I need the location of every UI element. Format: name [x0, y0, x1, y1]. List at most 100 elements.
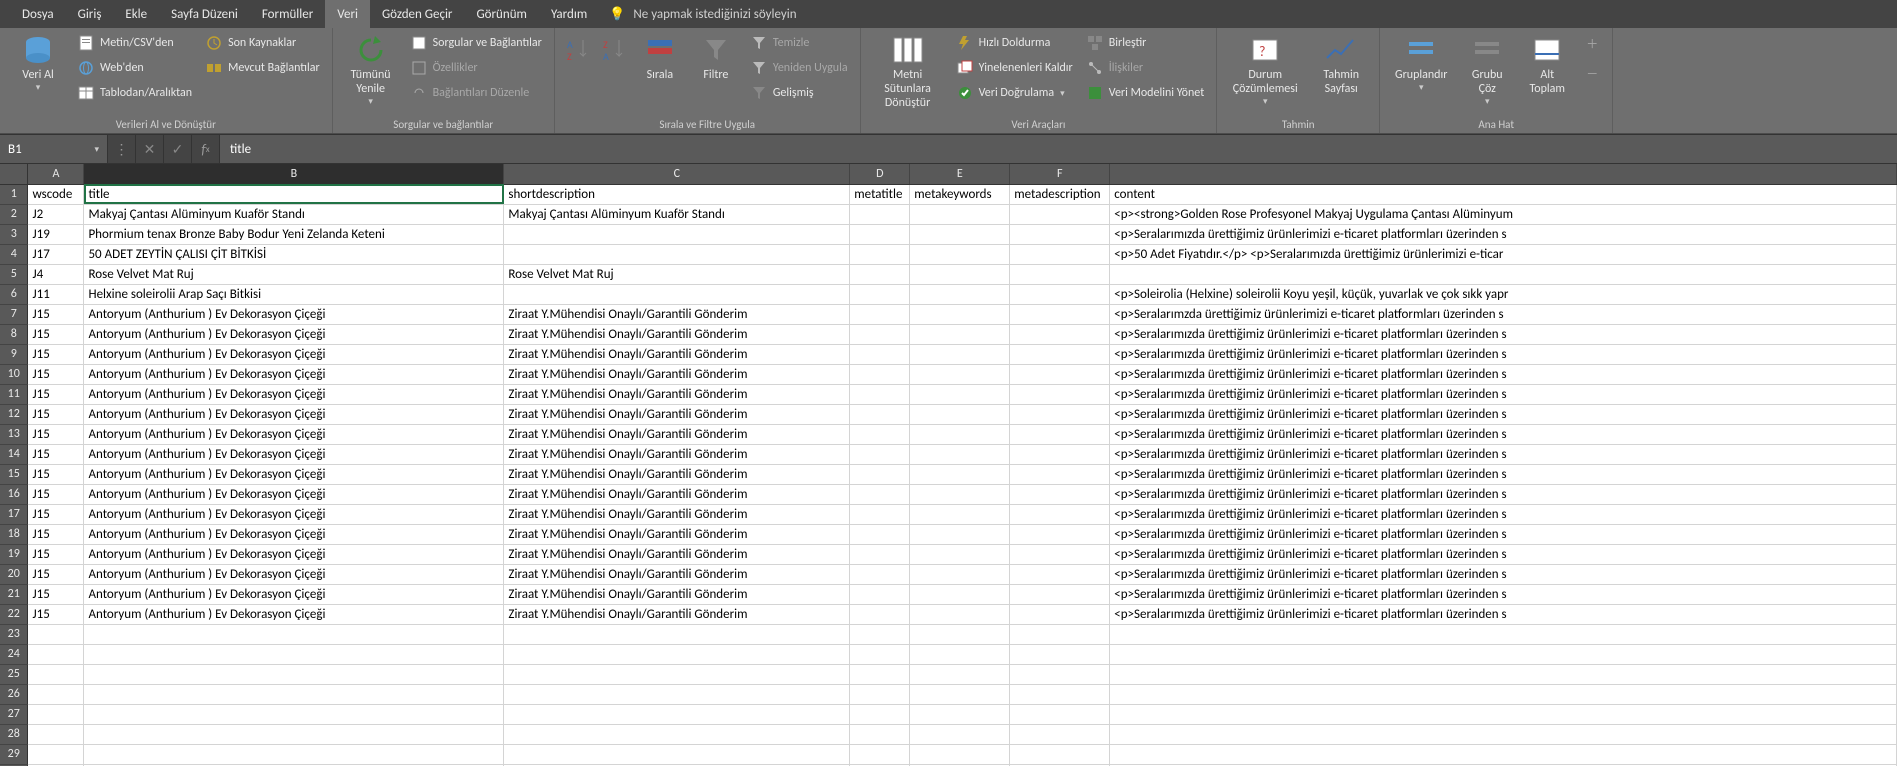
cell[interactable]: J17: [28, 244, 84, 264]
data-validation-button[interactable]: Veri Doğrulama: [953, 82, 1077, 104]
cell[interactable]: Antoryum (Anthurium ) Ev Dekorasyon Çiçe…: [84, 384, 504, 404]
cell[interactable]: <p>Seralarımızda ürettiğimiz ürünlerimiz…: [1110, 224, 1897, 244]
cell[interactable]: [1010, 344, 1110, 364]
menu-tab-dosya[interactable]: Dosya: [10, 0, 66, 28]
row-header[interactable]: 12: [0, 404, 28, 424]
whatif-analysis-button[interactable]: ? Durum Çözümlemesi: [1225, 32, 1305, 107]
cell[interactable]: [910, 484, 1010, 504]
cell[interactable]: Antoryum (Anthurium ) Ev Dekorasyon Çiçe…: [84, 544, 504, 564]
cell[interactable]: [84, 704, 504, 724]
cell[interactable]: [910, 704, 1010, 724]
cell[interactable]: [910, 744, 1010, 764]
cell[interactable]: content: [1110, 184, 1897, 204]
cell[interactable]: <p>Seralarımızda ürettiğimiz ürünlerimiz…: [1110, 384, 1897, 404]
cell[interactable]: [1110, 724, 1897, 744]
cell[interactable]: <p>Seralarımızda ürettiğimiz ürünlerimiz…: [1110, 544, 1897, 564]
cell[interactable]: Phormium tenax Bronze Baby Bodur Yeni Ze…: [84, 224, 504, 244]
cell[interactable]: Ziraat Y.Mühendisi Onaylı/Garantili Gönd…: [504, 484, 850, 504]
cell[interactable]: [910, 244, 1010, 264]
row-header[interactable]: 15: [0, 464, 28, 484]
cell[interactable]: [504, 744, 850, 764]
consolidate-button[interactable]: Birleştir: [1083, 32, 1208, 54]
cell[interactable]: [850, 484, 910, 504]
cell[interactable]: [850, 684, 910, 704]
cell[interactable]: Antoryum (Anthurium ) Ev Dekorasyon Çiçe…: [84, 324, 504, 344]
insert-function-button[interactable]: fx: [192, 135, 220, 163]
cell[interactable]: [504, 704, 850, 724]
cell[interactable]: [1010, 524, 1110, 544]
cell[interactable]: [910, 424, 1010, 444]
cell[interactable]: [850, 224, 910, 244]
group-rows-button[interactable]: Gruplandır: [1388, 32, 1454, 93]
cell[interactable]: J15: [28, 304, 84, 324]
cell[interactable]: <p>Seralarımızda ürettiğimiz ürünlerimiz…: [1110, 564, 1897, 584]
row-header[interactable]: 1: [0, 184, 28, 204]
cell[interactable]: J4: [28, 264, 84, 284]
cell[interactable]: Makyaj Çantası Alüminyum Kuaför Standı: [504, 204, 850, 224]
cell[interactable]: [910, 324, 1010, 344]
cell[interactable]: [850, 344, 910, 364]
cell[interactable]: Ziraat Y.Mühendisi Onaylı/Garantili Gönd…: [504, 584, 850, 604]
cell[interactable]: [1010, 704, 1110, 724]
cell[interactable]: [850, 744, 910, 764]
cell[interactable]: <p><strong>Golden Rose Profesyonel Makya…: [1110, 204, 1897, 224]
cell[interactable]: <p>Seralarımızda ürettiğimiz ürünlerimiz…: [1110, 444, 1897, 464]
cell[interactable]: [910, 404, 1010, 424]
cell[interactable]: [1010, 564, 1110, 584]
cell[interactable]: Ziraat Y.Mühendisi Onaylı/Garantili Gönd…: [504, 524, 850, 544]
cell[interactable]: Ziraat Y.Mühendisi Onaylı/Garantili Gönd…: [504, 504, 850, 524]
cell[interactable]: [850, 364, 910, 384]
cell[interactable]: [1010, 504, 1110, 524]
row-header[interactable]: 11: [0, 384, 28, 404]
cell[interactable]: [1010, 724, 1110, 744]
cell[interactable]: <p>Seralarımızda ürettiğimiz ürünlerimiz…: [1110, 464, 1897, 484]
cell[interactable]: [1010, 624, 1110, 644]
cell[interactable]: Ziraat Y.Mühendisi Onaylı/Garantili Gönd…: [504, 304, 850, 324]
cell[interactable]: J15: [28, 424, 84, 444]
cell[interactable]: [850, 244, 910, 264]
cell[interactable]: Antoryum (Anthurium ) Ev Dekorasyon Çiçe…: [84, 364, 504, 384]
cell[interactable]: [1110, 624, 1897, 644]
cell[interactable]: [1010, 264, 1110, 284]
cell[interactable]: Ziraat Y.Mühendisi Onaylı/Garantili Gönd…: [504, 544, 850, 564]
sort-desc-button[interactable]: ZA: [599, 32, 629, 69]
cell[interactable]: [1010, 464, 1110, 484]
cell[interactable]: 50 ADET ZEYTİN ÇALISI ÇİT BİTKİSİ: [84, 244, 504, 264]
cell[interactable]: Rose Velvet Mat Ruj: [84, 264, 504, 284]
row-header[interactable]: 24: [0, 644, 28, 664]
cell[interactable]: [1010, 364, 1110, 384]
row-header[interactable]: 7: [0, 304, 28, 324]
cell[interactable]: [1010, 744, 1110, 764]
cell[interactable]: [850, 644, 910, 664]
cell[interactable]: J2: [28, 204, 84, 224]
cell[interactable]: J15: [28, 324, 84, 344]
cell[interactable]: metatitle: [850, 184, 910, 204]
row-header[interactable]: 21: [0, 584, 28, 604]
cell[interactable]: [84, 684, 504, 704]
row-header[interactable]: 29: [0, 744, 28, 764]
cell[interactable]: [850, 204, 910, 224]
cell[interactable]: J15: [28, 524, 84, 544]
cell[interactable]: [84, 744, 504, 764]
cell[interactable]: [910, 524, 1010, 544]
name-box[interactable]: B1▾: [0, 135, 108, 163]
cell[interactable]: [28, 684, 84, 704]
cell[interactable]: [1010, 304, 1110, 324]
from-table-range-button[interactable]: Tablodan/Aralıktan: [74, 82, 196, 104]
row-header[interactable]: 25: [0, 664, 28, 684]
cell[interactable]: [84, 664, 504, 684]
ungroup-button[interactable]: Grubu Çöz: [1460, 32, 1514, 107]
cell[interactable]: Antoryum (Anthurium ) Ev Dekorasyon Çiçe…: [84, 344, 504, 364]
cell[interactable]: [910, 544, 1010, 564]
cell[interactable]: Ziraat Y.Mühendisi Onaylı/Garantili Gönd…: [504, 424, 850, 444]
row-header[interactable]: 4: [0, 244, 28, 264]
cell[interactable]: [910, 304, 1010, 324]
cell[interactable]: [850, 564, 910, 584]
remove-duplicates-button[interactable]: Yinelenenleri Kaldır: [953, 57, 1077, 79]
cell[interactable]: [910, 664, 1010, 684]
cell[interactable]: [910, 264, 1010, 284]
cell[interactable]: Antoryum (Anthurium ) Ev Dekorasyon Çiçe…: [84, 584, 504, 604]
cell[interactable]: J15: [28, 504, 84, 524]
row-header[interactable]: 22: [0, 604, 28, 624]
cell[interactable]: [910, 604, 1010, 624]
